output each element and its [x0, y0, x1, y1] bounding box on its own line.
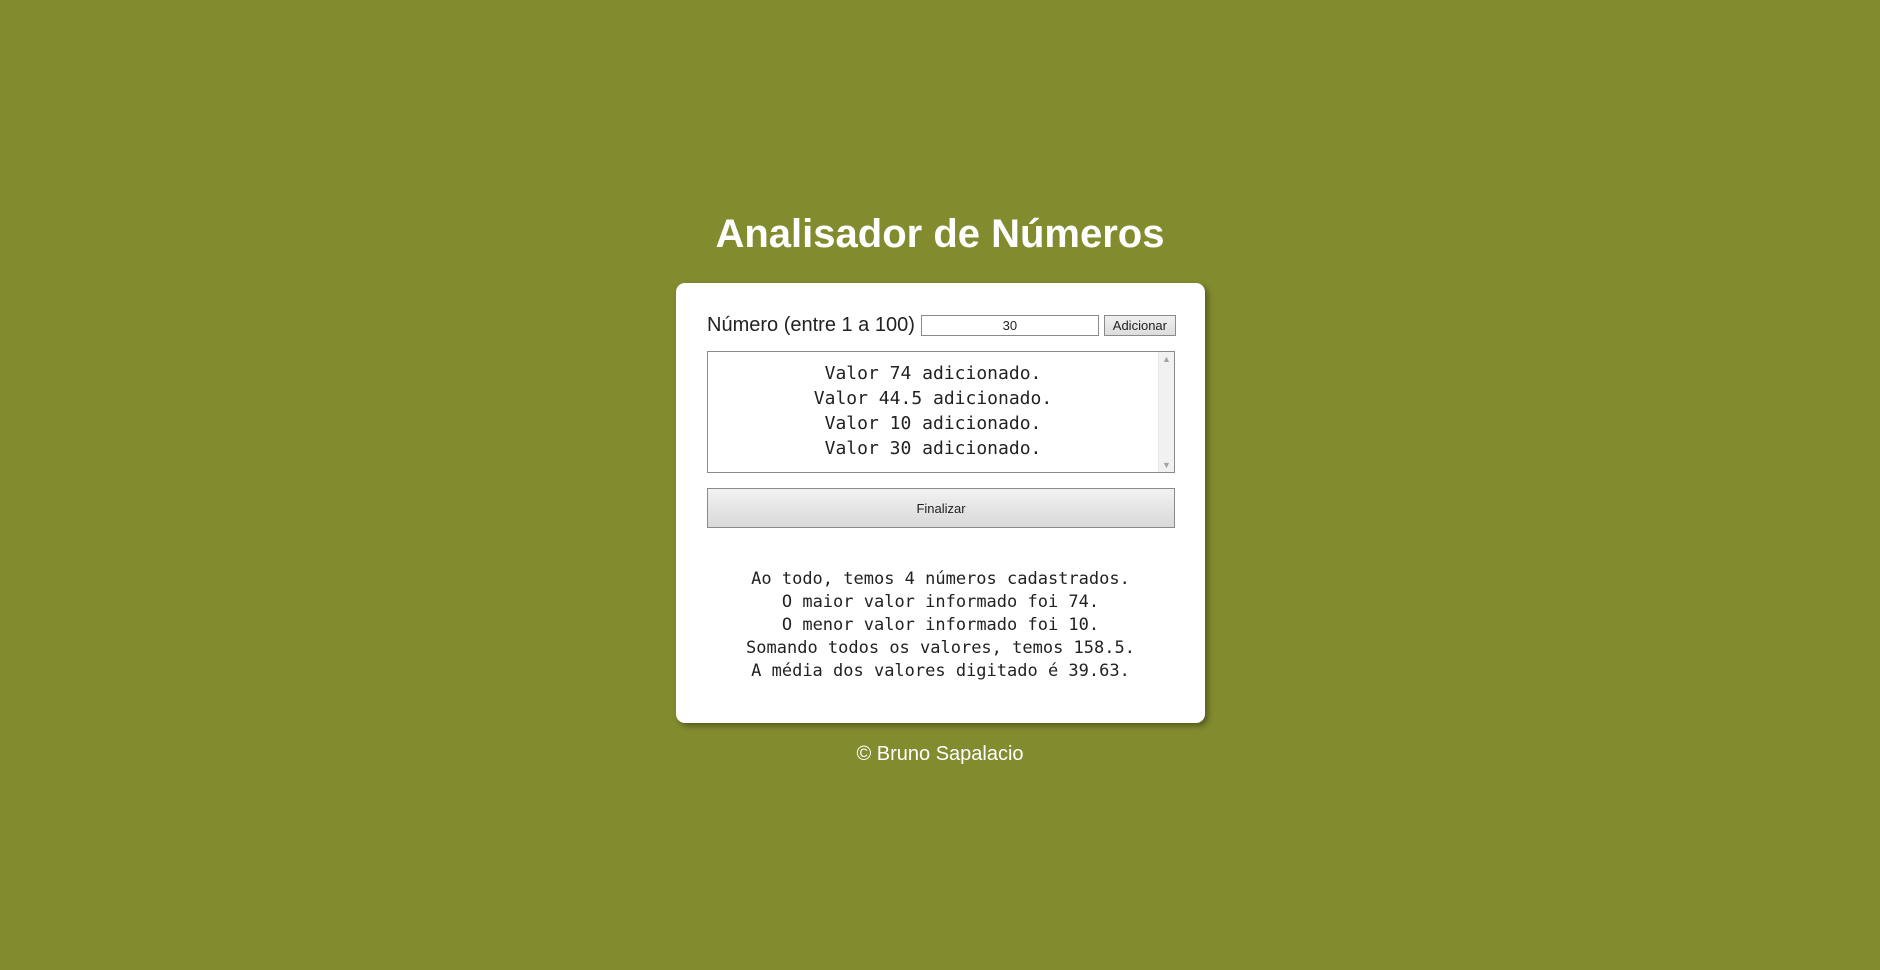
list-item[interactable]: Valor 44.5 adicionado. — [708, 386, 1158, 411]
result-count: Ao todo, temos 4 números cadastrados. — [751, 569, 1130, 589]
finish-button[interactable]: Finalizar — [707, 488, 1175, 528]
results-panel: Ao todo, temos 4 números cadastrados. O … — [676, 568, 1205, 683]
result-max: O maior valor informado foi 74. — [781, 592, 1100, 612]
chevron-down-icon[interactable]: ▼ — [1159, 458, 1174, 472]
page-title: Analisador de Números — [715, 212, 1165, 256]
number-input[interactable] — [920, 314, 1099, 336]
analyzer-card: Número (entre 1 a 100) Adicionar Valor 7… — [676, 283, 1205, 723]
chevron-up-icon[interactable]: ▲ — [1159, 352, 1174, 366]
result-average: A média dos valores digitado é 39.63. — [751, 661, 1130, 681]
add-button[interactable]: Adicionar — [1103, 314, 1176, 336]
list-item[interactable]: Valor 10 adicionado. — [708, 411, 1158, 436]
listbox-scrollbar[interactable]: ▲ ▼ — [1158, 352, 1174, 472]
list-item[interactable]: Valor 30 adicionado. — [708, 436, 1158, 461]
number-input-row: Número (entre 1 a 100) Adicionar — [707, 310, 1176, 340]
values-listbox[interactable]: Valor 74 adicionado. Valor 44.5 adiciona… — [707, 351, 1175, 473]
result-sum: Somando todos os valores, temos 158.5. — [746, 638, 1135, 658]
page: Analisador de Números Número (entre 1 a … — [0, 0, 1880, 970]
number-label: Número (entre 1 a 100) — [707, 314, 915, 336]
list-item[interactable]: Valor 74 adicionado. — [708, 361, 1158, 386]
footer-credit: © Bruno Sapalacio — [856, 743, 1024, 765]
values-list: Valor 74 adicionado. Valor 44.5 adiciona… — [708, 361, 1158, 461]
result-min: O menor valor informado foi 10. — [781, 615, 1100, 635]
